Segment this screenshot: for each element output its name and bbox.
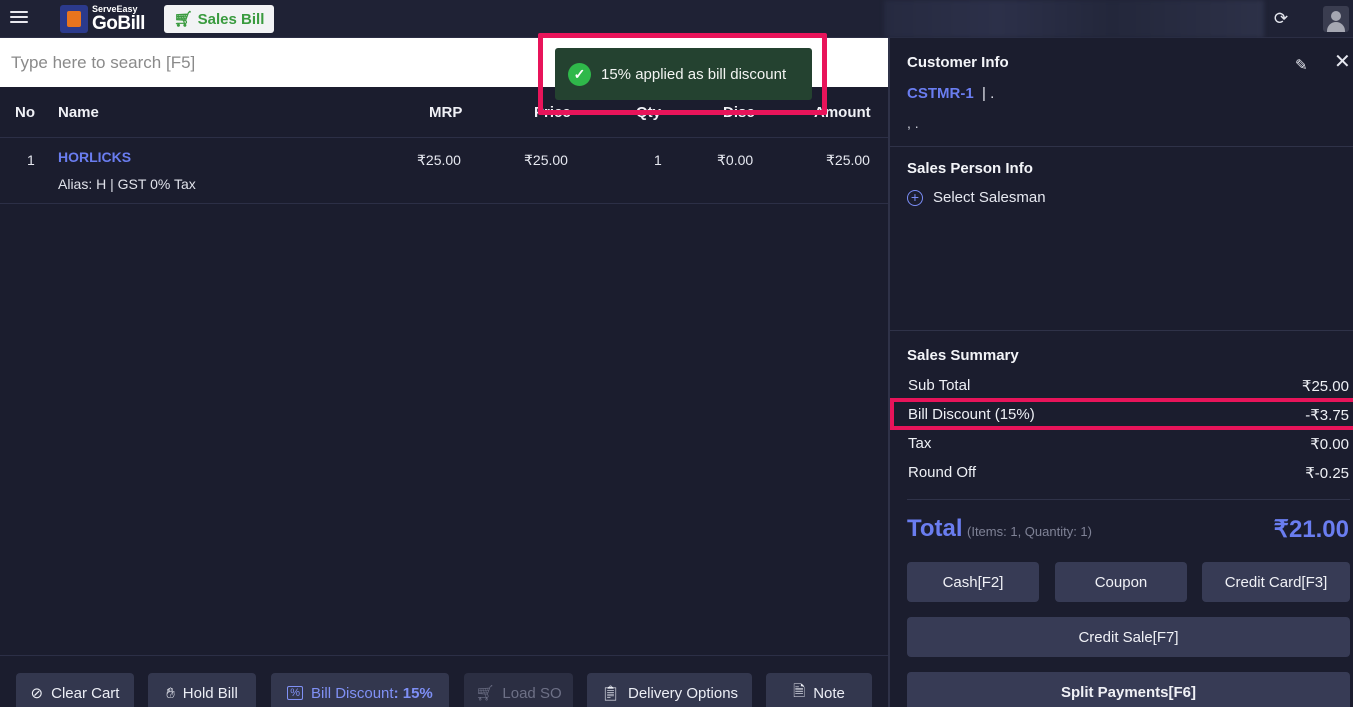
split-payments-button[interactable]: Split Payments[F6] [907, 672, 1350, 707]
clear-cart-label: Clear Cart [51, 684, 120, 702]
document-icon: 🗎︎ [793, 682, 806, 700]
credit-sale-button[interactable]: Credit Sale[F7] [907, 617, 1350, 657]
sales-person-title: Sales Person Info [907, 160, 1033, 177]
load-so-label: Load SO [502, 684, 562, 702]
note-button[interactable]: 🗎︎ Note [766, 673, 872, 707]
blurred-header-info [884, 0, 1264, 38]
delivery-options-label: Delivery Options [628, 684, 739, 702]
note-label: Note [813, 684, 845, 702]
select-salesman-button[interactable]: + Select Salesman [907, 189, 1046, 206]
percent-icon: % [287, 686, 304, 700]
select-salesman-label: Select Salesman [933, 189, 1046, 206]
customer-details: , . [907, 115, 919, 131]
round-off-label: Round Off [908, 464, 977, 481]
item-name[interactable]: HORLICKS [58, 149, 131, 165]
right-panel: Customer Info ✎ ✕ CSTMR-1 | . , . Sales … [890, 38, 1353, 707]
clear-cart-button[interactable]: ⊘ Clear Cart [16, 673, 134, 707]
round-off-value: ₹-0.25 [1305, 465, 1349, 482]
hold-bill-label: Hold Bill [182, 684, 238, 702]
logo-icon [60, 5, 88, 33]
sub-total-label: Sub Total [908, 377, 971, 394]
col-mrp: MRP [429, 104, 463, 121]
divider [907, 499, 1350, 500]
sales-bill-button[interactable]: 🛒︎ Sales Bill [164, 5, 274, 33]
hand-icon: ✋︎ [166, 684, 175, 702]
brand-name: GoBill [92, 13, 145, 34]
row-amount: ₹25.00 [826, 152, 870, 168]
col-name: Name [58, 104, 99, 121]
toast-notification: ✓ 15% applied as bill discount [555, 48, 812, 100]
check-circle-icon: ✓ [568, 62, 591, 86]
sales-bill-label: Sales Bill [197, 10, 265, 28]
bill-discount-summary-label: Bill Discount (15%) [908, 406, 1035, 423]
bill-discount-label: Bill Discount [311, 684, 394, 702]
col-no: No [15, 104, 35, 121]
bottom-toolbar: ⊘ Clear Cart ✋︎ Hold Bill % Bill Discoun… [0, 655, 888, 707]
user-avatar[interactable] [1323, 6, 1349, 32]
app-logo: ServeEasy GoBill [60, 3, 145, 35]
pencil-icon[interactable]: ✎ [1295, 56, 1311, 74]
customer-id[interactable]: CSTMR-1 [907, 85, 974, 102]
credit-card-button[interactable]: Credit Card[F3] [1202, 562, 1350, 602]
delivery-options-button[interactable]: 📋︎ Delivery Options [587, 673, 752, 707]
ban-icon: ⊘ [30, 685, 44, 702]
sales-summary-title: Sales Summary [907, 347, 1019, 364]
cart-icon: 🛒︎ [173, 11, 193, 28]
bill-discount-summary-value: -₹3.75 [1305, 407, 1349, 424]
hold-bill-button[interactable]: ✋︎ Hold Bill [148, 673, 256, 707]
item-alias: Alias: H | GST 0% Tax [58, 176, 196, 192]
toast-message: 15% applied as bill discount [601, 65, 787, 83]
tax-value: ₹0.00 [1310, 436, 1349, 453]
clipboard-icon: 📋︎ [600, 685, 620, 702]
close-icon[interactable]: ✕ [1334, 52, 1352, 72]
row-no: 1 [27, 152, 35, 168]
hamburger-menu-icon[interactable] [10, 8, 34, 30]
sub-total-value: ₹25.00 [1301, 378, 1349, 395]
tax-label: Tax [908, 435, 932, 452]
coupon-button[interactable]: Coupon [1055, 562, 1187, 602]
load-so-button[interactable]: 🛒︎ Load SO [464, 673, 573, 707]
customer-name: | . [982, 85, 995, 102]
total-value: ₹21.00 [1273, 516, 1349, 543]
refresh-icon[interactable]: ⟳ [1270, 8, 1292, 30]
cart-icon: 🛒︎ [475, 685, 495, 702]
cash-button[interactable]: Cash[F2] [907, 562, 1039, 602]
plus-circle-icon: + [907, 189, 923, 206]
divider [890, 330, 1353, 331]
customer-info-title: Customer Info [907, 54, 1009, 71]
table-row[interactable]: 1 HORLICKS Alias: H | GST 0% Tax ₹25.00 … [0, 138, 888, 204]
total-label: Total [907, 515, 963, 542]
total-meta: (Items: 1, Quantity: 1) [967, 524, 1092, 539]
bill-discount-value: : 15% [393, 684, 433, 702]
divider [890, 146, 1353, 147]
row-disc[interactable]: ₹0.00 [717, 152, 753, 169]
row-price[interactable]: ₹25.00 [524, 152, 568, 169]
row-mrp: ₹25.00 [417, 152, 461, 168]
row-qty[interactable]: 1 [654, 152, 662, 168]
bill-discount-button[interactable]: % Bill Discount: 15% [271, 673, 449, 707]
